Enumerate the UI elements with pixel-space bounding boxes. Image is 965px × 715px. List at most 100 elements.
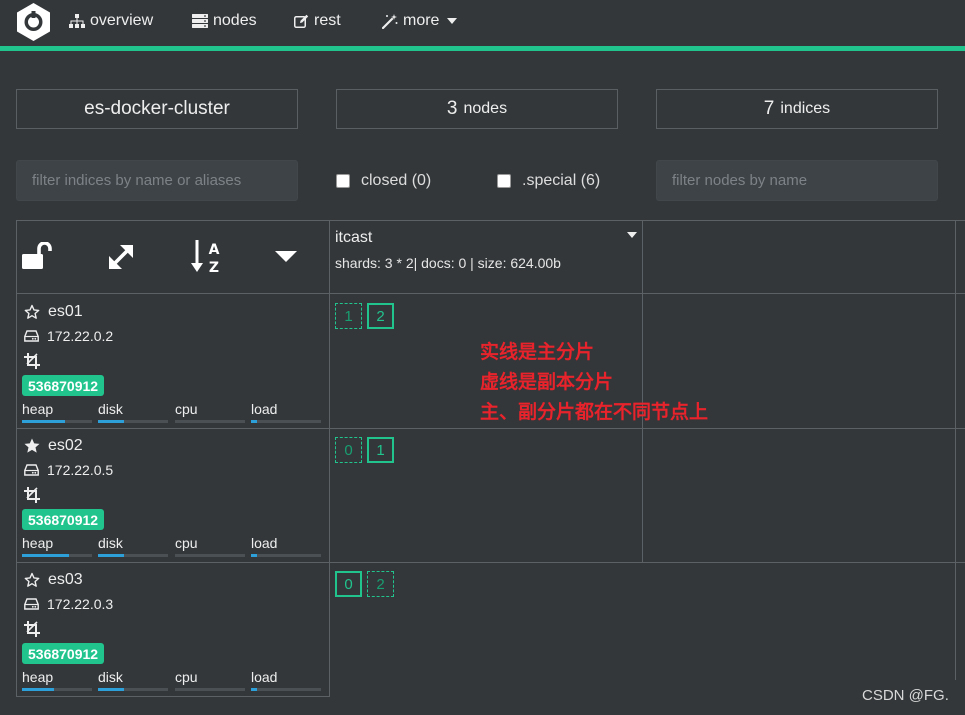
grid-line	[955, 220, 956, 680]
metric-label: cpu	[175, 669, 198, 685]
replica-shard[interactable]: 1	[335, 303, 362, 329]
metric-bar-fill	[98, 420, 124, 423]
server-icon	[192, 14, 208, 28]
index-stats: shards: 3 * 2| docs: 0 | size: 624.00b	[335, 255, 561, 271]
metric-bar-fill	[22, 554, 69, 557]
grid-line	[329, 220, 330, 696]
metric-label: cpu	[175, 401, 198, 417]
metric-bar	[251, 420, 321, 423]
nav-overview[interactable]: overview	[69, 11, 153, 31]
metric-heap: heap	[22, 669, 94, 691]
metric-label: load	[251, 401, 278, 417]
metric-bar-fill	[251, 554, 257, 557]
node-ip: 172.22.0.2	[47, 328, 114, 344]
cluster-name: es-docker-cluster	[84, 98, 230, 119]
metric-cpu: cpu	[175, 535, 247, 557]
metric-bar-fill	[98, 554, 124, 557]
cerebro-logo[interactable]	[15, 2, 52, 42]
node-name[interactable]: es02	[48, 437, 83, 455]
metric-bar	[175, 688, 245, 691]
node-row: es03 172.22.0.3 536870912 heap disk cpu load	[17, 563, 329, 697]
nav-overview-label: overview	[90, 12, 154, 29]
node-ip: 172.22.0.5	[47, 462, 114, 478]
metric-disk: disk	[98, 669, 170, 691]
special-checkbox-label: .special (6)	[522, 172, 601, 189]
closed-checkbox-box[interactable]	[336, 174, 350, 188]
node-name-line: es01	[24, 303, 83, 321]
node-ip-line: 172.22.0.2	[24, 328, 113, 344]
sort-alpha-icon[interactable]: A Z	[191, 238, 223, 274]
hdd-icon	[24, 464, 39, 476]
nav-more-dropdown[interactable]: more	[382, 11, 458, 31]
metric-bar	[175, 554, 245, 557]
node-name[interactable]: es01	[48, 303, 83, 321]
annotation: 实线是主分片 虚线是副本分片 主、副分片都在不同节点上	[480, 337, 708, 427]
node-ip: 172.22.0.3	[47, 596, 114, 612]
sitemap-icon	[69, 14, 85, 28]
metric-bar-fill	[251, 420, 257, 423]
metric-load: load	[251, 401, 323, 423]
nav-rest[interactable]: rest	[294, 11, 341, 31]
annotation-line: 虚线是副本分片	[480, 371, 614, 393]
replica-shard[interactable]: 0	[335, 437, 362, 463]
nodes-count-label: nodes	[463, 100, 508, 117]
unlock-icon[interactable]	[22, 242, 54, 269]
primary-shard[interactable]: 0	[335, 571, 362, 597]
indices-count: 7	[763, 98, 775, 119]
metric-disk: disk	[98, 401, 170, 423]
master-star-icon	[24, 438, 40, 453]
index-name[interactable]: itcast	[335, 229, 372, 247]
indices-count-label: indices	[780, 100, 831, 117]
watermark: CSDN @FG.	[862, 687, 949, 704]
metric-bar-fill	[22, 688, 54, 691]
metric-bar-fill	[251, 688, 257, 691]
svg-text:Z: Z	[209, 260, 219, 274]
primary-shard[interactable]: 1	[367, 437, 394, 463]
expand-icon[interactable]	[106, 242, 136, 272]
replica-shard[interactable]: 2	[367, 571, 394, 597]
node-row: es01 172.22.0.2 536870912 heap disk cpu load	[17, 295, 329, 429]
metric-cpu: cpu	[175, 669, 247, 691]
caret-down-icon[interactable]	[275, 251, 297, 263]
edit-icon	[294, 14, 309, 28]
nav-nodes[interactable]: nodes	[192, 11, 257, 31]
metric-bar-fill	[22, 420, 66, 423]
hdd-icon	[24, 598, 39, 610]
special-indices-checkbox[interactable]: .special (6)	[497, 172, 600, 190]
annotation-line: 实线是主分片	[480, 341, 595, 363]
primary-shard[interactable]: 2	[367, 303, 394, 329]
star-icon	[24, 572, 40, 587]
metric-label: disk	[98, 669, 123, 685]
nav-more-label: more	[403, 12, 440, 29]
metric-bar	[175, 420, 245, 423]
crop-icon	[24, 487, 40, 503]
metric-bar	[251, 554, 321, 557]
chevron-down-icon	[447, 18, 458, 24]
metric-bar	[98, 554, 168, 557]
cluster-name-box: es-docker-cluster	[16, 89, 298, 129]
metric-load: load	[251, 669, 323, 691]
special-checkbox-box[interactable]	[497, 174, 511, 188]
node-heap-badge: 536870912	[22, 509, 105, 530]
nodes-count: 3	[446, 98, 458, 119]
metric-load: load	[251, 535, 323, 557]
metric-heap: heap	[22, 401, 94, 423]
filter-nodes-input[interactable]	[656, 160, 938, 201]
crop-icon	[24, 621, 40, 637]
node-name-line: es03	[24, 571, 83, 589]
indices-count-box: 7 indices	[656, 89, 938, 129]
metric-cpu: cpu	[175, 401, 247, 423]
node-name[interactable]: es03	[48, 571, 83, 589]
closed-indices-checkbox[interactable]: closed (0)	[336, 172, 431, 190]
filter-indices-input[interactable]	[16, 160, 298, 201]
nav-nodes-label: nodes	[213, 12, 257, 29]
metric-label: heap	[22, 401, 54, 417]
metric-label: heap	[22, 669, 54, 685]
index-menu-caret-icon[interactable]	[627, 232, 637, 238]
node-heap-badge: 536870912	[22, 375, 105, 396]
grid-line	[16, 293, 965, 294]
metric-label: disk	[98, 535, 123, 551]
closed-checkbox-label: closed (0)	[361, 172, 432, 189]
node-heap-badge: 536870912	[22, 643, 105, 664]
nav-rest-label: rest	[314, 12, 341, 29]
